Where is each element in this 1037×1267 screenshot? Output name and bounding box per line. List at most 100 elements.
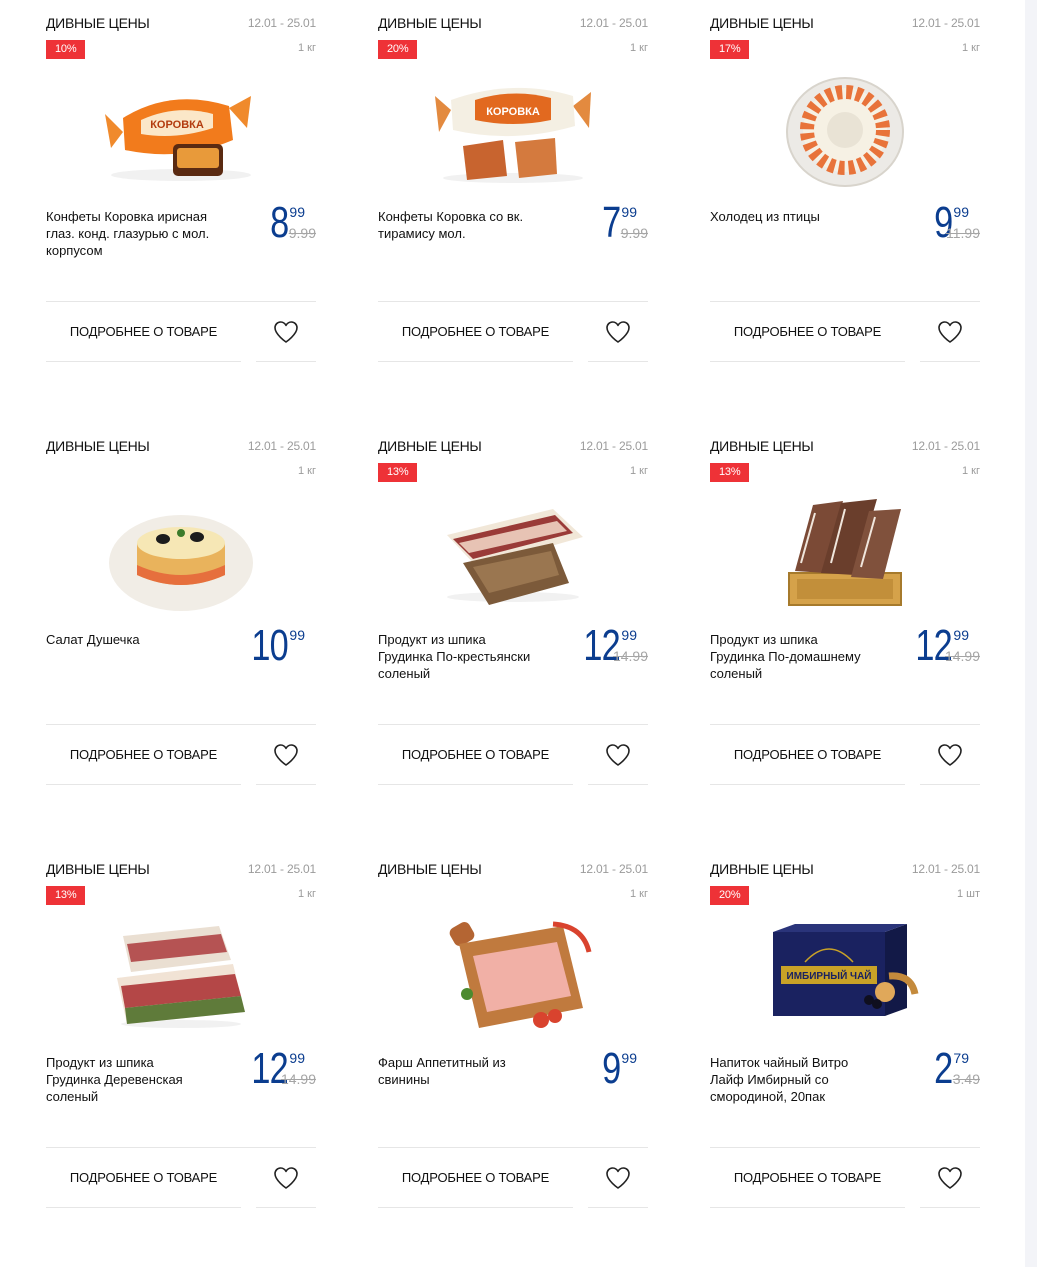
heart-icon bbox=[938, 743, 962, 766]
product-name[interactable]: Продукт из шпика Грудинка По-домашнему с… bbox=[710, 631, 875, 682]
add-to-favorites-button[interactable] bbox=[256, 302, 316, 361]
product-details-button[interactable]: ПОДРОБНЕЕ О ТОВАРЕ bbox=[46, 302, 241, 361]
price-cents: 99 bbox=[953, 627, 969, 643]
bacon-slab-image[interactable] bbox=[433, 493, 593, 613]
unit-label: 1 кг bbox=[962, 42, 980, 54]
discount-badge: 13% bbox=[46, 886, 86, 905]
product-details-button[interactable]: ПОДРОБНЕЕ О ТОВАРЕ bbox=[378, 725, 573, 784]
discount-badge: 20% bbox=[378, 40, 418, 59]
promo-label: ДИВНЫЕ ЦЕНЫ bbox=[378, 15, 482, 31]
price-integer: 10 bbox=[251, 621, 288, 670]
unit-label: 1 кг bbox=[298, 42, 316, 54]
minced-meat-board-image[interactable] bbox=[433, 916, 593, 1036]
divider bbox=[920, 361, 980, 362]
tiramisu-candy-image[interactable]: КОРОВКА bbox=[433, 70, 593, 190]
page-scrollbar[interactable] bbox=[1025, 0, 1037, 1267]
divider bbox=[46, 784, 241, 785]
add-to-favorites-button[interactable] bbox=[588, 725, 648, 784]
divider bbox=[46, 1207, 241, 1208]
add-to-favorites-button[interactable] bbox=[588, 1148, 648, 1207]
product-name[interactable]: Продукт из шпика Грудинка Деревенская со… bbox=[46, 1054, 211, 1105]
promo-label: ДИВНЫЕ ЦЕНЫ bbox=[46, 861, 150, 877]
add-to-favorites-button[interactable] bbox=[920, 725, 980, 784]
promo-dates: 12.01 - 25.01 bbox=[579, 16, 648, 30]
price-cents: 79 bbox=[953, 1050, 969, 1066]
heart-icon bbox=[938, 320, 962, 343]
divider bbox=[256, 1207, 316, 1208]
price-block: 12 99 14.99 bbox=[855, 618, 980, 678]
price-block: 9 99 11.99 bbox=[855, 195, 980, 255]
price-integer: 2 bbox=[933, 1044, 953, 1093]
promo-label: ДИВНЫЕ ЦЕНЫ bbox=[378, 861, 482, 877]
promo-dates: 12.01 - 25.01 bbox=[911, 16, 980, 30]
promo-dates: 12.01 - 25.01 bbox=[911, 862, 980, 876]
unit-label: 1 кг bbox=[298, 465, 316, 477]
add-to-favorites-button[interactable] bbox=[256, 725, 316, 784]
product-details-button[interactable]: ПОДРОБНЕЕ О ТОВАРЕ bbox=[710, 302, 905, 361]
price-cents: 99 bbox=[289, 204, 305, 220]
product-details-button[interactable]: ПОДРОБНЕЕ О ТОВАРЕ bbox=[710, 725, 905, 784]
discount-badge: 10% bbox=[46, 40, 86, 59]
product-name[interactable]: Фарш Аппетитный из свинины bbox=[378, 1054, 543, 1088]
unit-label: 1 кг bbox=[962, 465, 980, 477]
product-card: ДИВНЫЕ ЦЕНЫ 12.01 - 25.01 1 кг Салат Душ… bbox=[46, 423, 316, 786]
heart-icon bbox=[274, 743, 298, 766]
svg-text:КОРОВКА: КОРОВКА bbox=[150, 119, 204, 131]
product-details-button[interactable]: ПОДРОБНЕЕ О ТОВАРЕ bbox=[378, 1148, 573, 1207]
product-card: ДИВНЫЕ ЦЕНЫ 12.01 - 25.01 1 кг Фарш Аппе… bbox=[378, 846, 648, 1209]
product-details-button[interactable]: ПОДРОБНЕЕ О ТОВАРЕ bbox=[46, 1148, 241, 1207]
product-card: ДИВНЫЕ ЦЕНЫ 12.01 - 25.01 13% 1 кг Проду… bbox=[46, 846, 316, 1209]
heart-icon bbox=[274, 1166, 298, 1189]
price-integer: 8 bbox=[269, 198, 289, 247]
promo-label: ДИВНЫЕ ЦЕНЫ bbox=[46, 438, 150, 454]
product-details-button[interactable]: ПОДРОБНЕЕ О ТОВАРЕ bbox=[710, 1148, 905, 1207]
heart-icon bbox=[606, 1166, 630, 1189]
old-price: 3.49 bbox=[952, 1071, 980, 1087]
old-price: 9.99 bbox=[620, 225, 648, 241]
bacon-herbs-image[interactable] bbox=[101, 916, 261, 1036]
old-price: 14.99 bbox=[944, 648, 980, 664]
price-cents: 99 bbox=[621, 627, 637, 643]
add-to-favorites-button[interactable] bbox=[920, 1148, 980, 1207]
tea-box-illustration: ИМБИРНЫЙ ЧАЙ bbox=[773, 924, 919, 1016]
discount-badge: 13% bbox=[378, 463, 418, 482]
tea-box-image[interactable]: ИМБИРНЫЙ ЧАЙ bbox=[765, 916, 925, 1036]
product-name[interactable]: Холодец из птицы bbox=[710, 208, 875, 225]
add-to-favorites-button[interactable] bbox=[920, 302, 980, 361]
price-cents: 99 bbox=[289, 627, 305, 643]
product-name[interactable]: Продукт из шпика Грудинка По-крестьянски… bbox=[378, 631, 543, 682]
product-name[interactable]: Конфеты Коровка со вк. тирамису мол. bbox=[378, 208, 543, 242]
aspic-plate-image[interactable] bbox=[765, 70, 925, 190]
promo-dates: 12.01 - 25.01 bbox=[247, 16, 316, 30]
bacon-slab-illustration bbox=[447, 509, 583, 605]
divider bbox=[710, 1207, 905, 1208]
bacon-crate-image[interactable] bbox=[765, 493, 925, 613]
svg-text:КОРОВКА: КОРОВКА bbox=[486, 106, 540, 118]
product-name[interactable]: Салат Душечка bbox=[46, 631, 211, 648]
minced-meat-board-illustration bbox=[449, 921, 592, 1028]
heart-icon bbox=[938, 1166, 962, 1189]
add-to-favorites-button[interactable] bbox=[256, 1148, 316, 1207]
product-card: ДИВНЫЕ ЦЕНЫ 12.01 - 25.01 10% 1 кг КОРОВ… bbox=[46, 0, 316, 363]
product-card: ДИВНЫЕ ЦЕНЫ 12.01 - 25.01 20% 1 кг КОРОВ… bbox=[378, 0, 648, 363]
product-name[interactable]: Напиток чайный Витро Лайф Имбирный со см… bbox=[710, 1054, 875, 1105]
divider bbox=[256, 361, 316, 362]
product-card: ДИВНЫЕ ЦЕНЫ 12.01 - 25.01 20% 1 шт ИМБИР… bbox=[710, 846, 980, 1209]
product-name[interactable]: Конфеты Коровка ирисная глаз. конд. глаз… bbox=[46, 208, 211, 259]
price-cents: 99 bbox=[953, 204, 969, 220]
unit-label: 1 кг bbox=[630, 42, 648, 54]
divider bbox=[256, 784, 316, 785]
divider bbox=[920, 784, 980, 785]
divider bbox=[588, 784, 648, 785]
old-price: 14.99 bbox=[612, 648, 648, 664]
promo-label: ДИВНЫЕ ЦЕНЫ bbox=[710, 438, 814, 454]
price-cents: 99 bbox=[621, 1050, 637, 1066]
caramel-candy-image[interactable]: КОРОВКА bbox=[101, 70, 261, 190]
price-cents: 99 bbox=[621, 204, 637, 220]
product-details-button[interactable]: ПОДРОБНЕЕ О ТОВАРЕ bbox=[46, 725, 241, 784]
add-to-favorites-button[interactable] bbox=[588, 302, 648, 361]
product-details-button[interactable]: ПОДРОБНЕЕ О ТОВАРЕ bbox=[378, 302, 573, 361]
old-price: 11.99 bbox=[946, 225, 980, 241]
salad-plate-image[interactable] bbox=[101, 493, 261, 613]
promo-dates: 12.01 - 25.01 bbox=[579, 862, 648, 876]
